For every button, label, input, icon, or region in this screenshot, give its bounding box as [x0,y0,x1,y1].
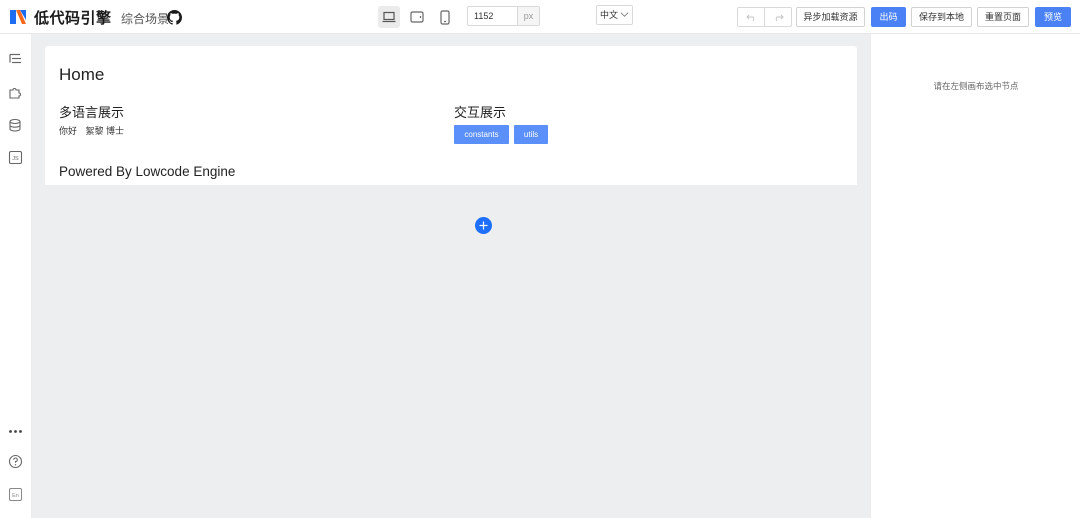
language-switch-label: En [12,493,19,499]
save-local-button[interactable]: 保存到本地 [911,7,972,27]
svg-text:JS: JS [12,156,19,162]
phone-icon [440,9,450,25]
canvas-width-unit: px [517,7,539,25]
constants-button[interactable]: constants [454,125,509,144]
select-node-hint: 请在左侧画布选中节点 [933,81,1019,91]
desktop-icon [382,11,396,23]
redo-button[interactable] [764,8,791,26]
undo-button[interactable] [738,8,764,26]
lowcode-logo-icon [10,10,26,24]
more-icon[interactable] [8,424,23,439]
utils-button[interactable]: utils [514,125,548,144]
canvas-width-value[interactable]: 1152 [468,7,517,25]
chevron-down-icon [620,12,629,17]
page-title: Home [59,65,105,84]
output-code-button[interactable]: 出码 [871,7,906,27]
async-load-button[interactable]: 异步加载资源 [796,7,865,27]
tablet-icon [410,11,424,23]
left-sidebar: JS En [0,34,32,518]
language-switch-icon[interactable]: En [8,487,23,502]
device-phone-button[interactable] [434,6,456,28]
github-icon[interactable] [167,10,182,25]
interact-section-title: 交互展示 [454,105,507,120]
device-tablet-button[interactable] [406,6,428,28]
preview-button[interactable]: 预览 [1035,7,1071,27]
language-select[interactable]: 中文 [596,5,633,25]
settings-panel: 请在左侧画布选中节点 [870,34,1080,518]
language-select-value: 中文 [600,10,619,20]
footer-text: Powered By Lowcode Engine [59,164,236,179]
brand-title: 低代码引擎 [34,10,112,27]
undo-redo-group [737,7,792,27]
help-icon[interactable] [8,454,23,469]
i18n-section-title: 多语言展示 [59,105,125,120]
outline-tree-icon[interactable] [8,52,23,67]
top-toolbar: 低代码引擎 综合场景 1152 px 中文 异步加载资源 出码 保存到本地 重置… [0,0,1080,34]
component-puzzle-icon[interactable] [8,85,23,100]
i18n-sample-text: 你好 絮黎 博士 [59,124,124,137]
device-desktop-button[interactable] [378,6,400,28]
i18n-text-name: 絮黎 博士 [85,126,125,136]
add-component-button[interactable] [475,217,492,234]
scene-label: 综合场景 [121,12,170,26]
canvas-width-input[interactable]: 1152 px [467,6,540,26]
undo-icon [745,14,754,21]
page-container[interactable]: Home 多语言展示 你好 絮黎 博士 交互展示 constants utils… [45,46,857,185]
i18n-text-hello: 你好 [59,126,78,136]
js-code-icon[interactable]: JS [8,150,23,165]
plus-icon [479,221,488,230]
reset-page-button[interactable]: 重置页面 [977,7,1029,27]
redo-icon [775,14,784,21]
design-canvas[interactable]: Home 多语言展示 你好 絮黎 博士 交互展示 constants utils… [32,34,870,518]
datasource-icon[interactable] [8,118,23,133]
